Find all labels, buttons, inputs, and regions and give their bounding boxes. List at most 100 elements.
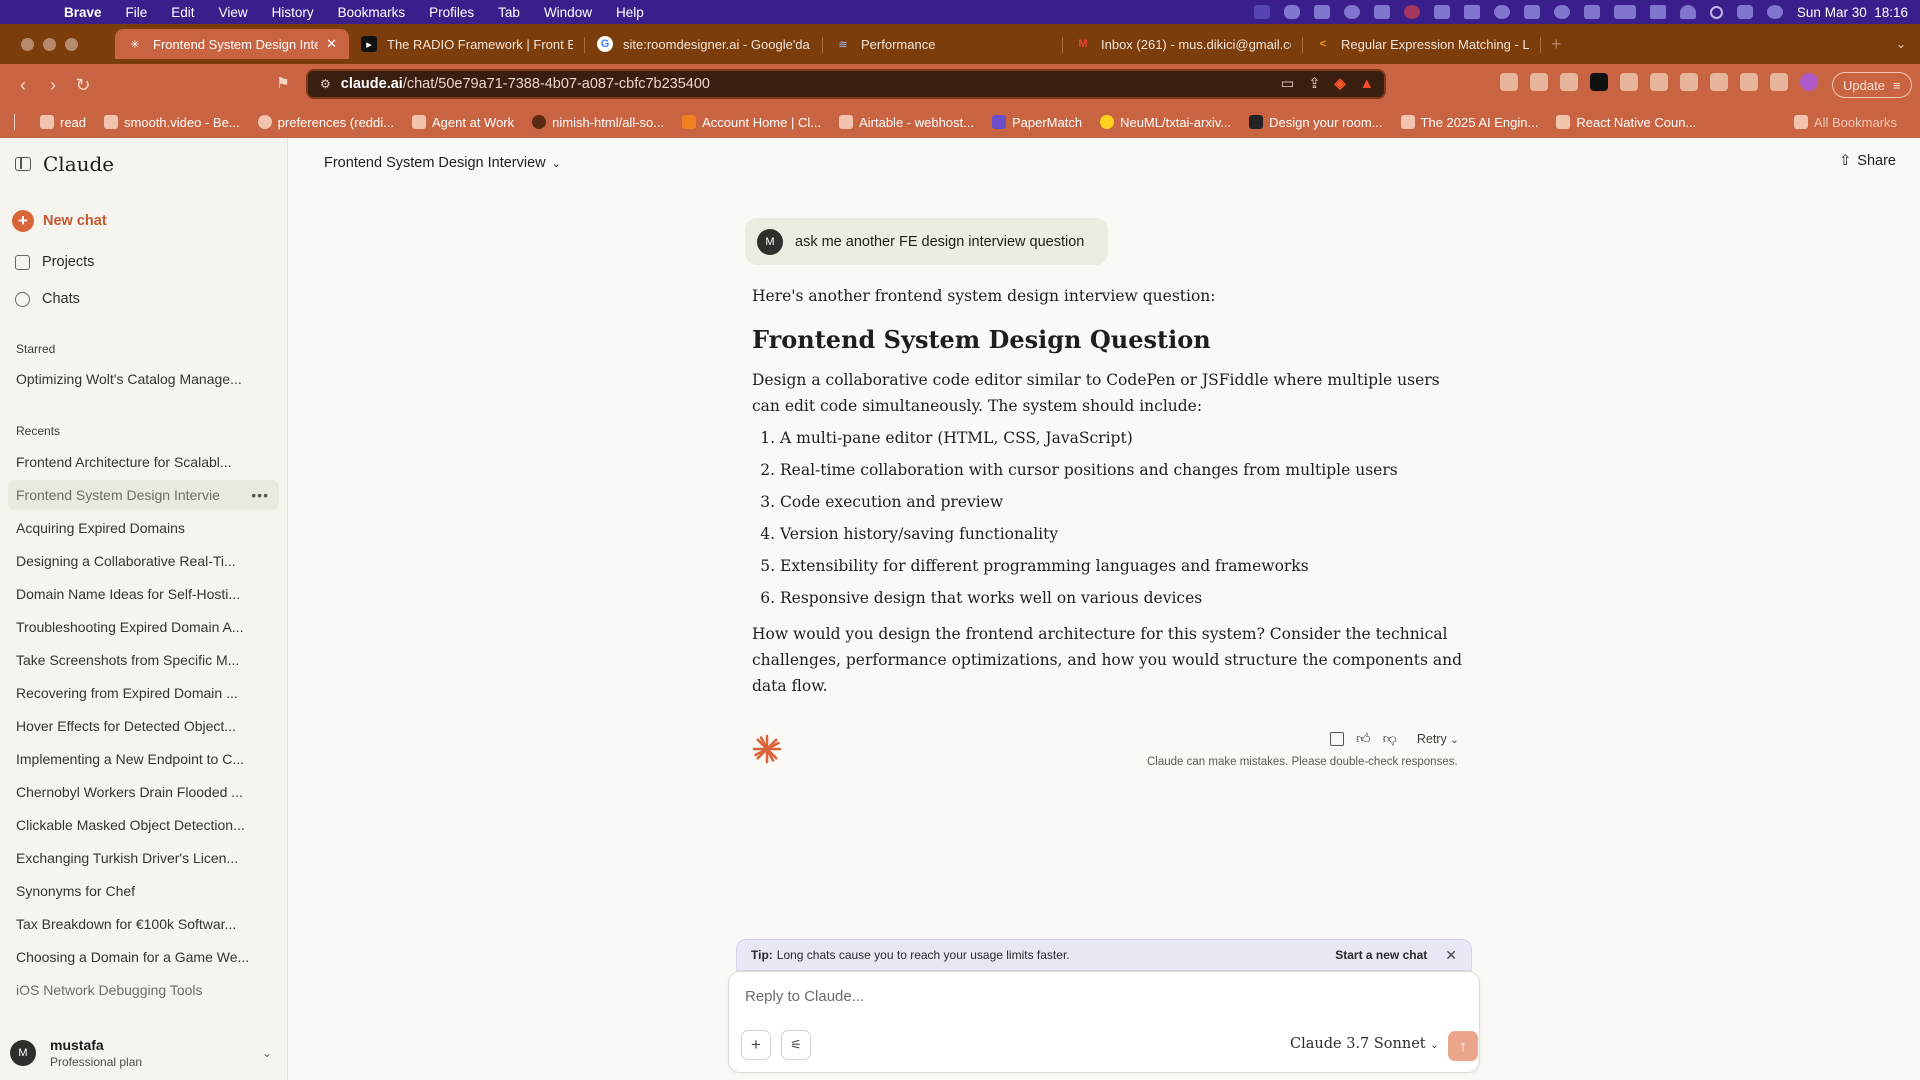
all-bookmarks[interactable]: All Bookmarks [1785,115,1906,130]
extension-icon[interactable] [1500,73,1518,91]
sidebar-toggle-icon[interactable] [15,157,31,171]
recent-chat-item[interactable]: Domain Name Ideas for Self-Hosti... [8,579,279,609]
recent-chat-item[interactable]: Clickable Masked Object Detection... [8,810,279,840]
bookmark-item[interactable]: PaperMatch [983,115,1091,130]
start-new-chat-link[interactable]: Start a new chat [1335,948,1427,962]
bookmark-item[interactable]: The 2025 AI Engin... [1392,115,1548,130]
url-field[interactable]: ⚙ claude.ai/chat/50e79a71-7388-4b07-a087… [306,69,1386,99]
clock[interactable]: Sun Mar 30 18:16 [1797,5,1908,20]
tab-google[interactable]: G site:roomdesigner.ai - Google'da [585,29,823,59]
sidebar-item-chats[interactable]: Chats [15,291,80,307]
tab-list-chevron-icon[interactable]: ⌄ [1896,37,1906,51]
extension-puzzle-icon[interactable] [1620,73,1638,91]
bookmark-item[interactable]: Agent at Work [403,115,523,130]
extension-icon[interactable] [1560,73,1578,91]
site-settings-icon[interactable]: ⚙ [320,77,331,91]
keyboard-icon[interactable] [1463,5,1480,19]
menu-app[interactable]: Brave [52,5,114,20]
retry-button[interactable]: Retry ⌄ [1417,732,1459,746]
app-icon[interactable] [1313,5,1330,19]
update-button[interactable]: Update ≡ [1832,72,1912,98]
tab-radio[interactable]: ▸ The RADIO Framework | Front En [349,29,585,59]
recent-chat-item[interactable]: Choosing a Domain for a Game We... [8,942,279,972]
tab-claude[interactable]: ✳ Frontend System Design Inte ✕ [115,29,349,59]
brave-shields-icon[interactable]: ◈ [1334,76,1345,92]
bluetooth-icon[interactable] [1583,5,1600,19]
tools-button[interactable]: ⚟ [781,1030,811,1060]
vpn-icon[interactable] [1770,73,1788,91]
menu-edit[interactable]: Edit [159,5,206,20]
music-icon[interactable] [1650,73,1668,91]
bookmark-folder-read[interactable]: read [31,115,95,130]
menu-profiles[interactable]: Profiles [417,5,486,20]
recent-chat-item[interactable]: Take Screenshots from Specific M... [8,645,279,675]
zoom-window-button[interactable] [65,37,78,51]
wifi-icon[interactable] [1679,5,1696,19]
share-button[interactable]: ⇧ Share [1839,153,1896,169]
wallet-icon[interactable] [1710,73,1728,91]
recent-chat-item[interactable]: Recovering from Expired Domain ... [8,678,279,708]
more-options-icon[interactable]: ••• [251,487,269,503]
recent-chat-item[interactable]: Chernobyl Workers Drain Flooded ... [8,777,279,807]
recent-chat-item[interactable]: Frontend Architecture for Scalabl... [8,447,279,477]
recent-chat-item[interactable]: iOS Network Debugging Tools [8,975,279,1005]
close-window-button[interactable] [21,37,34,51]
play-icon[interactable] [1553,5,1570,19]
recent-chat-item[interactable]: Acquiring Expired Domains [8,513,279,543]
close-tab-icon[interactable]: ✕ [318,36,337,52]
recent-chat-item[interactable]: Implementing a New Endpoint to C... [8,744,279,774]
cast-icon[interactable]: ▭ [1281,76,1295,92]
menu-file[interactable]: File [114,5,160,20]
bookmark-item[interactable]: Airtable - webhost... [830,115,983,130]
recent-chat-item[interactable]: Synonyms for Chef [8,876,279,906]
recent-chat-item[interactable]: Exchanging Turkish Driver's Licen... [8,843,279,873]
bookmark-item[interactable]: smooth.video - Be... [95,115,249,130]
app-icon[interactable] [1373,5,1390,19]
recent-chat-item[interactable]: Tax Breakdown for €100k Softwar... [8,909,279,939]
tab-gmail[interactable]: M Inbox (261) - mus.dikici@gmail.co [1063,29,1303,59]
extension-icon[interactable] [1530,73,1548,91]
user-menu[interactable]: M mustafa Professional plan ⌄ [10,1033,280,1073]
battery-icon[interactable] [1613,5,1636,19]
record-icon[interactable] [1403,5,1420,19]
sidebar-icon[interactable] [1680,73,1698,91]
status-icon[interactable] [1253,5,1270,19]
share-page-icon[interactable]: ⇪ [1308,76,1320,92]
model-selector[interactable]: Claude 3.7 Sonnet ⌄ [1290,1036,1439,1052]
layers-icon[interactable] [1523,5,1540,19]
reload-button[interactable]: ↻ [68,75,98,96]
new-chat-button[interactable]: + New chat [12,210,107,232]
app-icon[interactable] [1343,5,1360,19]
sidebar-item-projects[interactable]: Projects [15,254,94,270]
forward-button[interactable]: › [38,75,68,96]
bookmark-item[interactable]: React Native Coun... [1547,115,1705,130]
display-icon[interactable] [1649,5,1666,19]
reply-input[interactable]: Reply to Claude... [745,988,864,1005]
siri-icon[interactable] [1766,5,1783,19]
chat-title-dropdown[interactable]: Frontend System Design Interview ⌄ [324,155,561,171]
claude-logo[interactable]: Claude [43,152,114,176]
copy-icon[interactable] [1330,731,1344,746]
attach-button[interactable]: + [741,1030,771,1060]
bookmark-item[interactable]: nimish-html/all-so... [523,115,673,130]
minimize-window-button[interactable] [43,37,56,51]
brave-rewards-icon[interactable]: ▲ [1360,76,1374,92]
starred-chat-item[interactable]: Optimizing Wolt's Catalog Manage... [8,364,279,394]
menu-bookmarks[interactable]: Bookmarks [326,5,418,20]
new-tab-button[interactable]: + [1551,34,1562,55]
app-icon[interactable] [1493,5,1510,19]
menu-history[interactable]: History [260,5,326,20]
menu-view[interactable]: View [207,5,260,20]
leo-ai-icon[interactable] [1740,73,1758,91]
search-icon[interactable] [1709,5,1723,19]
send-button[interactable]: ↑ [1448,1031,1478,1061]
tab-performance[interactable]: ≋ Performance [823,29,1063,59]
close-icon[interactable]: ✕ [1445,947,1457,964]
bookmark-item[interactable]: Account Home | Cl... [673,115,830,130]
recent-chat-item[interactable]: Hover Effects for Detected Object... [8,711,279,741]
notion-icon[interactable] [1590,73,1608,91]
control-center-icon[interactable] [1736,5,1753,19]
bookmark-item[interactable]: preferences (reddi... [249,115,403,130]
menu-help[interactable]: Help [604,5,656,20]
butterfly-icon[interactable] [1283,5,1300,19]
